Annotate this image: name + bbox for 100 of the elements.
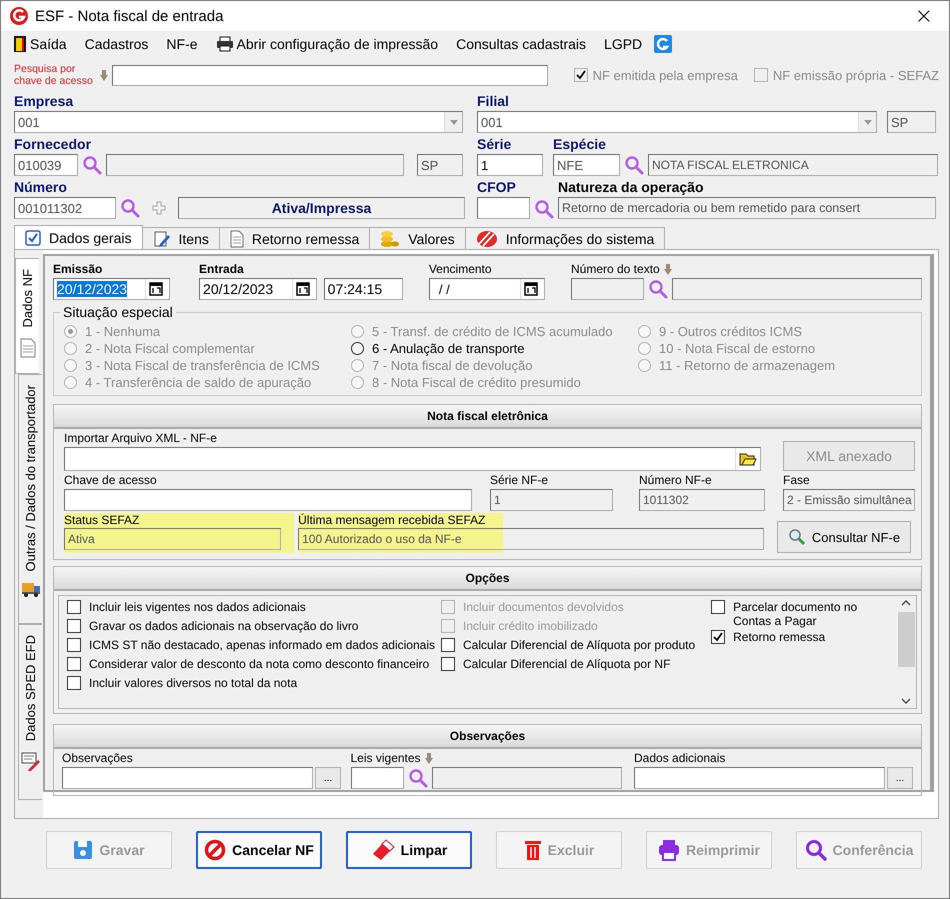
checkbox-label: Incluir valores diversos no total da nota [89,676,298,690]
magnifier-icon [788,528,806,546]
search-icon[interactable] [624,155,644,175]
company-dropdown[interactable]: 001 [14,111,463,133]
side-tab[interactable]: Dados SPED EFD [18,624,42,800]
menu-item[interactable]: Saída [7,33,73,55]
checkbox-icon [25,230,41,246]
time-field[interactable]: 07:24:15 [324,278,403,300]
field-label: Filial [477,93,510,110]
document-icon [20,338,36,358]
checkbox[interactable] [67,676,81,690]
calendar-button[interactable] [145,279,166,299]
scroll-up-icon[interactable] [901,600,911,606]
supplier-code-field[interactable]: 010039 [14,154,78,176]
field-label: Número [14,179,68,196]
checkbox-label: Retorno remessa [733,630,826,644]
operation-nature-field: Retorno de mercadoria ou bem remetido para consert [558,197,936,219]
checkbox-label: Calcular Diferencial de Alíquota por produto [462,638,696,652]
additional-data-field[interactable] [634,767,885,789]
field-label: Importar Arquivo XML - NF-e [64,431,218,446]
side-tab[interactable]: Outras / Dados do transportador [18,374,42,624]
field-label: Leis vigentes [350,751,421,766]
search-icon[interactable] [408,768,428,788]
radio-label: 10 - Nota Fiscal de estorno [659,341,816,356]
close-button[interactable]: × [906,4,941,28]
sefaz-status-field: Ativa [64,528,281,550]
eraser-icon [370,839,395,861]
search-icon[interactable] [120,198,140,218]
checkbox-label: Considerar valor de desconto da nota como desconto financeiro [89,657,430,671]
action-button[interactable]: Cancelar NF [196,831,322,869]
radio-label: 11 - Retorno de armazenagem [659,358,836,373]
field-label: Número do texto [570,262,660,277]
checkbox-label: Incluir crédito imobilizado [462,619,598,633]
tab[interactable]: Valores [369,227,466,249]
side-tab[interactable]: Dados NF [15,258,39,374]
search-icon[interactable] [82,155,102,175]
field-label: Status SEFAZ [64,513,140,528]
more-button[interactable]: ... [315,767,341,789]
field-label: Espécie [553,136,607,153]
species-field[interactable]: NFE [553,154,620,176]
notes-field[interactable] [62,767,313,789]
checkbox-label: Gravar os dados adicionais na observação do livro [89,619,358,633]
tab[interactable]: Informações do sistema [464,227,666,249]
checkbox-label: ICMS ST não destacado, apenas informado em dados adicionais [89,638,435,652]
checkbox-label: NF emissão própria - SEFAZ [772,68,939,82]
section-header: Observações [54,725,921,749]
date-field[interactable]: 20/12/2023 [199,278,318,300]
logo-icon[interactable] [654,35,672,53]
checkbox[interactable] [67,657,81,671]
branch-dropdown[interactable]: 001 [477,111,877,133]
edit-document-icon [152,230,170,248]
menu-item[interactable]: Consultas cadastrais [450,34,592,54]
checkbox-label: Parcelar documento no Contas a Pagar [733,600,858,628]
phase-field: 2 - Emissão simultânea [783,489,915,511]
more-button[interactable]: ... [887,767,913,789]
calendar-button[interactable] [520,279,541,299]
checkbox[interactable] [67,619,81,633]
scrollbar-thumb[interactable] [898,612,914,667]
radio-label: 7 - Nota fiscal de devolução [372,358,532,373]
menu-item[interactable]: NF-e [160,34,204,54]
field-label: Empresa [14,93,74,110]
consult-nfe-button[interactable]: Consultar NF-e [777,521,911,553]
tab[interactable]: Retorno remessa [218,227,370,249]
checkbox[interactable] [440,638,455,652]
number-field[interactable]: 001011302 [14,197,116,219]
radio-button[interactable] [351,342,364,355]
menu-item[interactable]: Abrir configuração de impressão [210,34,444,54]
window-title: ESF - Nota fiscal de entrada [35,8,224,24]
menu-item[interactable]: LGPD [598,34,648,54]
menu-item[interactable]: Cadastros [78,34,154,54]
field-label: Série [477,136,512,153]
state-field: SP [887,111,936,133]
search-icon[interactable] [534,199,554,219]
cfop-field[interactable] [477,197,530,219]
tab[interactable]: Itens [142,227,220,249]
trash-icon [524,839,542,861]
field-label: Chave de acesso [64,473,158,488]
checkbox[interactable] [440,657,455,671]
door-icon [13,35,27,53]
laws-field[interactable] [350,767,404,789]
down-arrow-icon [100,70,108,80]
tab[interactable]: Dados gerais [14,225,142,249]
plus-icon[interactable] [152,201,166,215]
scroll-down-icon[interactable] [901,698,911,704]
field-label: Fornecedor [14,136,92,153]
search-icon[interactable] [648,279,668,299]
series-field[interactable]: 1 [477,154,543,176]
xml-file-field[interactable] [64,447,761,471]
date-field[interactable]: / / [428,278,545,300]
number-field: 1011302 [639,489,765,511]
access-key-field[interactable] [112,64,548,86]
date-field[interactable]: 20/12/2023 [53,278,170,300]
checkbox[interactable] [711,600,726,614]
field-label: Entrada [199,262,245,277]
checkbox[interactable] [67,600,81,614]
checkbox[interactable] [711,630,726,644]
prohibited-icon [204,839,226,861]
radio-label: 9 - Outros créditos ICMS [659,324,802,339]
action-button[interactable]: Limpar [346,831,472,869]
checkbox[interactable] [67,638,81,652]
